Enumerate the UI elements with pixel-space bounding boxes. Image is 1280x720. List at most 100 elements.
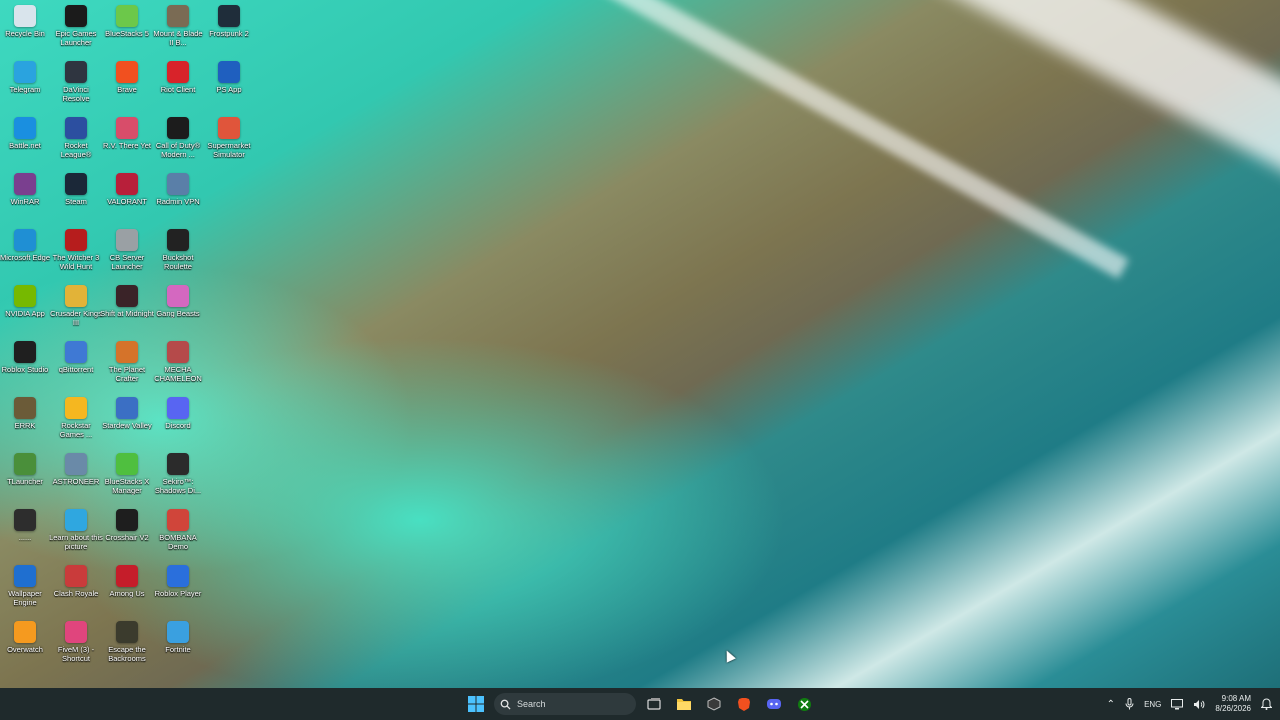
app-icon [167, 285, 189, 307]
desktop-icon[interactable]: Rockstar Games ... [51, 394, 101, 450]
desktop-icon[interactable]: Mount & Blade II B... [153, 2, 203, 58]
desktop-icon[interactable]: DaVinci Resolve [51, 58, 101, 114]
desktop-icon[interactable]: qBittorrent [51, 338, 101, 394]
app-icon [14, 453, 36, 475]
desktop-icon[interactable]: The Planet Crafter [102, 338, 152, 394]
task-view-button[interactable] [642, 692, 666, 716]
desktop-icon[interactable]: VALORANT [102, 170, 152, 226]
desktop-icon[interactable]: MECHA CHAMELEON [153, 338, 203, 394]
desktop-icon[interactable]: Gang Beasts [153, 282, 203, 338]
app-icon [167, 341, 189, 363]
desktop-icon[interactable]: Crusader Kings III [50, 282, 102, 338]
desktop-icon[interactable]: Escape the Backrooms [102, 618, 152, 674]
desktop-icon-label: BlueStacks 5 [105, 29, 149, 38]
app-icon [65, 173, 87, 195]
app-icon [65, 621, 87, 643]
xbox-button[interactable] [792, 692, 816, 716]
desktop-icon-label: The Planet Crafter [108, 365, 146, 383]
network-icon[interactable] [1171, 698, 1184, 710]
desktop-icon-label: The Witcher 3 Wild Hunt [52, 253, 100, 271]
desktop-icon[interactable]: ...... [0, 506, 50, 562]
desktop-icon[interactable]: Buckshot Roulette [153, 226, 203, 282]
desktop-icon[interactable]: Overwatch [0, 618, 50, 674]
desktop-icon[interactable]: Crosshair V2 [102, 506, 152, 562]
language-indicator[interactable]: ENG [1144, 700, 1161, 709]
desktop-icon[interactable]: Among Us [102, 562, 152, 618]
desktop-icon[interactable]: Recycle Bin [0, 2, 50, 58]
app-icon [116, 397, 138, 419]
desktop-icon[interactable]: Clash Royale [51, 562, 101, 618]
desktop-icon-label: DaVinci Resolve [62, 85, 90, 103]
desktop-icon[interactable]: Roblox Studio [0, 338, 50, 394]
desktop-icon[interactable]: The Witcher 3 Wild Hunt [51, 226, 101, 282]
desktop-icon[interactable]: BlueStacks X Manager [102, 450, 152, 506]
app-icon [116, 229, 138, 251]
desktop-icon-label: Recycle Bin [5, 29, 45, 38]
desktop-icon-label: Epic Games Launcher [55, 29, 97, 47]
task-view-icon [647, 698, 661, 710]
desktop-icon-label: Buckshot Roulette [162, 253, 194, 271]
desktop-icon[interactable]: R.V. There Yet [102, 114, 152, 170]
app-icon [167, 117, 189, 139]
start-button[interactable] [464, 692, 488, 716]
chevron-up-icon[interactable]: ⌃ [1107, 699, 1115, 710]
desktop-icon[interactable]: Wallpaper Engine [0, 562, 50, 618]
desktop-icon[interactable]: TLauncher [0, 450, 50, 506]
desktop-icon[interactable]: Stardew Valley [102, 394, 152, 450]
desktop-icon-label: Sekiro™: Shadows Di... [154, 477, 202, 495]
desktop-icon[interactable]: CB Server Launcher [102, 226, 152, 282]
desktop-icon[interactable]: Sekiro™: Shadows Di... [153, 450, 203, 506]
desktop-icon-label: Roblox Studio [1, 365, 49, 374]
desktop-icon[interactable]: Microsoft Edge [0, 226, 50, 282]
desktop-icon[interactable]: Discord [153, 394, 203, 450]
app-icon [65, 509, 87, 531]
desktop-icon-label: Battle.net [9, 141, 41, 150]
desktop-icon[interactable]: PS App [204, 58, 254, 114]
app-button[interactable] [702, 692, 726, 716]
desktop-icon-label: Among Us [109, 589, 145, 598]
app-icon [116, 341, 138, 363]
desktop-icon[interactable]: Brave [102, 58, 152, 114]
app-icon [14, 173, 36, 195]
desktop-icon[interactable]: Fortnite [153, 618, 203, 674]
desktop-icon[interactable]: ERRK [0, 394, 50, 450]
desktop-icon[interactable]: FiveM (3) - Shortcut [51, 618, 101, 674]
desktop-icon[interactable]: Epic Games Launcher [51, 2, 101, 58]
windows-logo-icon [468, 696, 484, 712]
taskbar-search-box[interactable]: Search [494, 693, 636, 715]
desktop-icon[interactable]: BOMBANA Demo [153, 506, 203, 562]
desktop-icon[interactable]: Radmin VPN [153, 170, 203, 226]
app-icon [218, 61, 240, 83]
desktop-icon-label: Crusader Kings III [50, 309, 102, 327]
microphone-icon[interactable] [1125, 698, 1134, 710]
file-explorer-button[interactable] [672, 692, 696, 716]
desktop-icon[interactable]: Battle.net [0, 114, 50, 170]
desktop-icon-label: Radmin VPN [156, 197, 200, 206]
notification-bell-icon[interactable] [1261, 698, 1272, 710]
brave-button[interactable] [732, 692, 756, 716]
discord-button[interactable] [762, 692, 786, 716]
hexagon-app-icon [707, 697, 721, 711]
desktop-icon[interactable]: Riot Client [153, 58, 203, 114]
desktop-icon[interactable]: Learn about this picture [49, 506, 103, 562]
desktop-icon-label: Mount & Blade II B... [153, 29, 203, 47]
desktop-icon[interactable]: Frostpunk 2 [204, 2, 254, 58]
desktop-icon[interactable]: WinRAR [0, 170, 50, 226]
desktop-icon[interactable]: Telegram [0, 58, 50, 114]
app-icon [14, 61, 36, 83]
desktop-icon[interactable]: Supermarket Simulator [204, 114, 254, 170]
desktop-icon[interactable]: Call of Duty® Modern ... [153, 114, 203, 170]
desktop-icon[interactable]: ASTRONEER [51, 450, 101, 506]
app-icon [116, 285, 138, 307]
desktop-icon[interactable]: NVIDIA App [0, 282, 50, 338]
app-icon [218, 5, 240, 27]
desktop-icon[interactable]: Roblox Player [153, 562, 203, 618]
desktop-icon[interactable]: Shift at Midnight [100, 282, 154, 338]
desktop-icon[interactable]: Rocket League® [51, 114, 101, 170]
desktop-icon-label: Fortnite [165, 645, 191, 654]
clock[interactable]: 9:08 AM 8/26/2026 [1215, 694, 1251, 714]
desktop-icon[interactable]: Steam [51, 170, 101, 226]
desktop-icon[interactable]: BlueStacks 5 [102, 2, 152, 58]
app-icon [65, 117, 87, 139]
volume-icon[interactable] [1193, 699, 1205, 710]
